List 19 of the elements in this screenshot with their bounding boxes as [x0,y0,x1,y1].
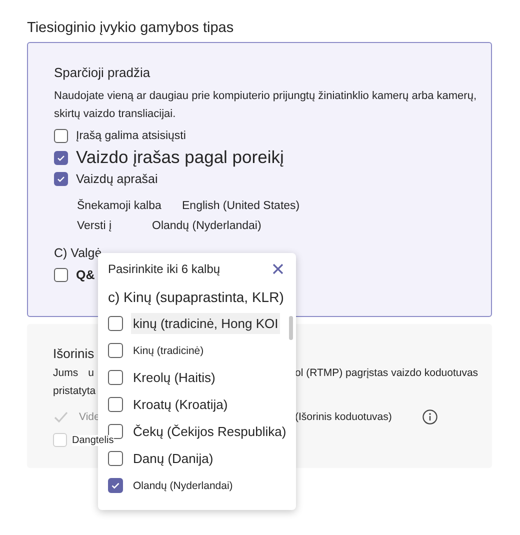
checkbox-label: (Išorinis koduotuvas) [295,411,392,423]
checkbox-label: Įrašą galima atsisiųsti [76,130,186,142]
description-text: u [88,367,94,379]
section-label: C) Valgė [54,246,102,260]
checkbox-label: Q& [76,268,95,282]
section-title: Tiesioginio įvykio gamybos tipas [27,20,235,36]
setting-label: Šnekamoji kalba [77,200,162,212]
checkbox-label: Dangtelis [72,434,114,446]
setting-label: Versti į [77,220,112,232]
option-description: Naudojate vieną ar daugiau prie kompiuterio prijungtų žiniatinklio kamerų arba kamerų, skirtų vaizdo transliacijai. [54,89,478,122]
checkbox-label: Vaizdų aprašai [76,172,158,186]
popup-title: Pasirinkite iki 6 kalbų [108,262,220,276]
description-text: pristatyta [53,385,96,397]
setting-value: English (United States) [182,200,300,212]
checkbox-label: Vaizdo įrašas pagal poreikį [76,147,284,168]
setting-value: Olandų (Nyderlandai) [152,220,262,232]
option-title: Sparčioji pradžia [54,65,150,80]
description-text: Jums [53,367,78,379]
option-title: Išorinis [53,346,94,361]
